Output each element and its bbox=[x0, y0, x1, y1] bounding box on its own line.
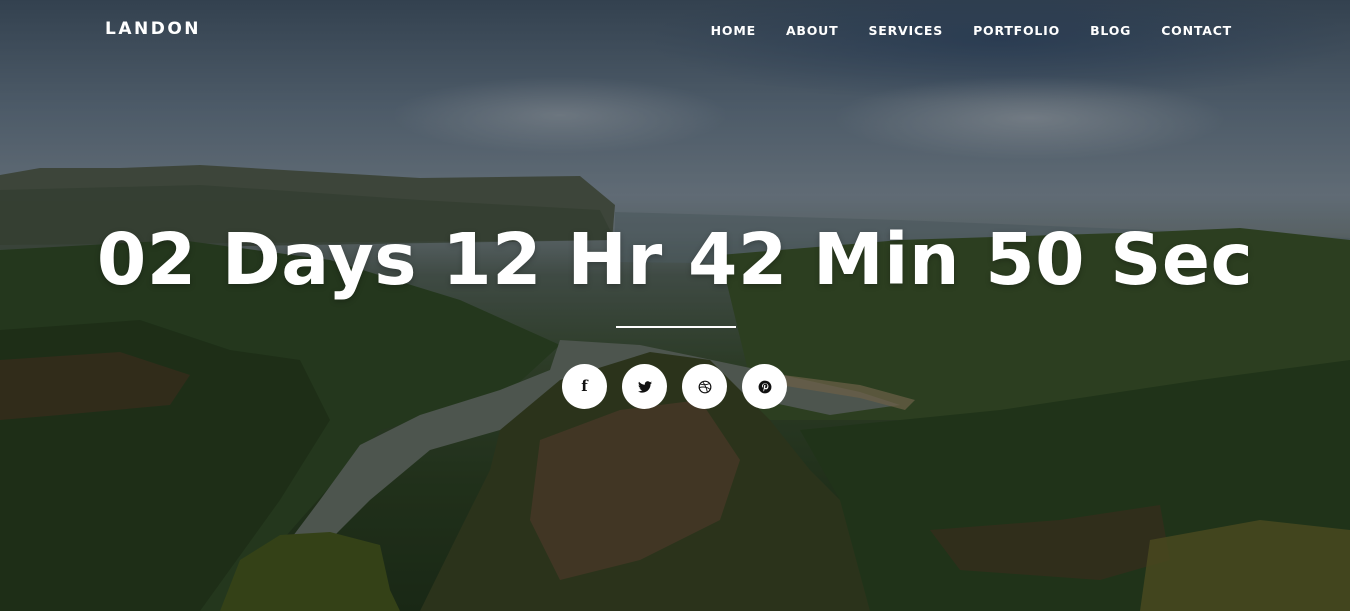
countdown-hours-value: 12 bbox=[442, 218, 543, 301]
pinterest-link[interactable] bbox=[742, 364, 787, 409]
countdown-seconds-value: 50 bbox=[985, 218, 1086, 301]
countdown-days-unit: Days bbox=[221, 218, 418, 301]
hero-section: LANDON HOME ABOUT SERVICES PORTFOLIO BLO… bbox=[0, 0, 1350, 611]
countdown-hours-unit: Hr bbox=[567, 218, 663, 301]
nav-item-contact[interactable]: CONTACT bbox=[1161, 23, 1232, 38]
pinterest-icon bbox=[758, 380, 771, 393]
twitter-icon bbox=[637, 380, 652, 393]
nav-item-blog[interactable]: BLOG bbox=[1090, 23, 1131, 38]
countdown-minutes-unit: Min bbox=[813, 218, 961, 301]
dribbble-link[interactable] bbox=[682, 364, 727, 409]
site-logo[interactable]: LANDON bbox=[105, 19, 201, 39]
countdown-timer: 02 Days 12 Hr 42 Min 50 Sec bbox=[0, 218, 1350, 301]
dark-overlay bbox=[0, 0, 1350, 611]
nav-item-portfolio[interactable]: PORTFOLIO bbox=[973, 23, 1060, 38]
countdown-days-value: 02 bbox=[96, 218, 197, 301]
nav-item-home[interactable]: HOME bbox=[711, 23, 756, 38]
countdown-divider bbox=[616, 326, 736, 328]
social-links: f bbox=[562, 364, 787, 409]
nav-item-about[interactable]: ABOUT bbox=[786, 23, 839, 38]
facebook-link[interactable]: f bbox=[562, 364, 607, 409]
nav-item-services[interactable]: SERVICES bbox=[868, 23, 943, 38]
main-nav: HOME ABOUT SERVICES PORTFOLIO BLOG CONTA… bbox=[681, 23, 1232, 38]
dribbble-icon bbox=[698, 380, 711, 393]
countdown-minutes-value: 42 bbox=[687, 218, 788, 301]
countdown-seconds-unit: Sec bbox=[1110, 218, 1254, 301]
twitter-link[interactable] bbox=[622, 364, 667, 409]
facebook-icon: f bbox=[581, 377, 588, 395]
